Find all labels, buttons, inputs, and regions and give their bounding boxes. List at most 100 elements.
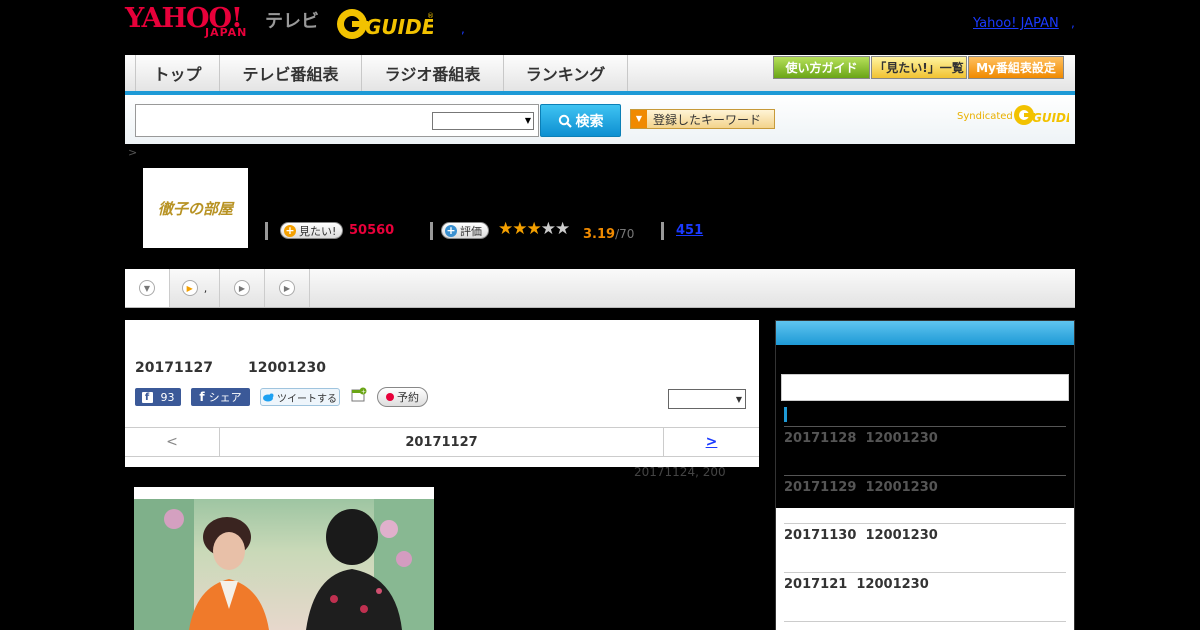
rating-max: /70 <box>615 227 635 241</box>
episode-photo-image <box>134 499 434 630</box>
subtab-fourth[interactable]: ▶ <box>265 269 310 307</box>
divider <box>430 222 433 240</box>
header-separator: , <box>461 22 465 36</box>
my-schedule-settings-button[interactable]: My番組表設定 <box>968 56 1064 79</box>
sidebar-item-time: 12001230 <box>865 528 938 543</box>
sidebar-item-date: 20171129 <box>784 480 857 495</box>
divider <box>784 572 1066 573</box>
divider <box>265 222 268 240</box>
divider <box>661 222 664 240</box>
program-thumbnail[interactable]: 徹子の部屋 <box>143 168 248 248</box>
comment-count-link[interactable]: 451 <box>676 223 703 238</box>
mitai-button[interactable]: + 見たい! <box>280 222 344 239</box>
svg-text:GUIDE: GUIDE <box>365 15 433 39</box>
subtab-third[interactable]: ▶ <box>220 269 265 307</box>
sidebar-item-time: 12001230 <box>865 431 938 446</box>
search-button[interactable]: 検索 <box>540 104 621 137</box>
calendar-add-icon[interactable]: + <box>351 387 367 403</box>
pager-prev[interactable]: < <box>125 428 220 456</box>
syndicated-label: Syndicated <box>957 111 1013 122</box>
facebook-icon: f <box>199 390 205 404</box>
search-icon <box>558 114 572 128</box>
facebook-share-label: シェア <box>208 391 242 404</box>
facebook-icon: f <box>141 391 153 403</box>
tweet-label: ツイートする <box>277 393 337 405</box>
episode-pager: < 20171127 > <box>125 427 759 457</box>
episode-panel: 20171127 12001230 f 93 f シェア ツイートする + 予約… <box>125 320 759 467</box>
sidebar-item[interactable]: 2017121 12001230 <box>784 577 929 592</box>
yahoo-japan-logo-text: JAPAN <box>205 26 248 39</box>
episode-select[interactable]: ▼ <box>668 389 746 409</box>
play-circle-icon: ▶ <box>279 280 295 296</box>
tweet-button[interactable]: ツイートする <box>260 388 340 406</box>
svg-text:GUIDE: GUIDE <box>1032 111 1069 125</box>
record-dot-icon <box>386 393 394 401</box>
mitai-count: 50560 <box>349 223 395 238</box>
reserve-button[interactable]: 予約 <box>377 387 428 407</box>
star-filled-icon: ★ <box>512 219 527 239</box>
sidebar-upcoming: 20171128 12001230 20171129 12001230 2017… <box>775 320 1075 630</box>
pager-date: 20171127 <box>405 434 478 450</box>
program-thumbnail-title: 徹子の部屋 <box>157 199 233 218</box>
nav-tab-ranking[interactable]: ランキング <box>504 55 628 91</box>
registered-keywords-label: 登録したキーワード <box>653 112 762 127</box>
registered-keywords-button[interactable]: ▼ 登録したキーワード <box>630 109 775 129</box>
rate-label: 評価 <box>460 224 482 238</box>
sidebar-accent-bar <box>784 407 787 422</box>
chevron-down-circle-icon: ▼ <box>139 280 155 296</box>
subtab-first[interactable]: ▼ <box>125 269 170 307</box>
facebook-count-value: 93 <box>160 390 175 404</box>
star-filled-icon: ★ <box>498 219 513 239</box>
nav-tab-top[interactable]: トップ <box>135 55 220 91</box>
sidebar-header <box>776 321 1074 345</box>
divider <box>784 426 1066 427</box>
global-nav: トップ テレビ番組表 ラジオ番組表 ランキング 使い方ガイド 「見たい!」一覧 … <box>125 55 1075 95</box>
sidebar-item[interactable]: 20171128 12001230 <box>784 431 938 446</box>
syndicated-gguide-logo: GUIDE <box>1014 105 1069 125</box>
nav-tab-radio-schedule[interactable]: ラジオ番組表 <box>362 55 504 91</box>
guide-button[interactable]: 使い方ガイド <box>773 56 870 79</box>
play-circle-icon: ▶ <box>234 280 250 296</box>
pager-next[interactable]: > <box>663 428 759 456</box>
star-empty-icon: ★ <box>540 219 556 239</box>
sidebar-item-date: 20171128 <box>784 431 857 446</box>
svg-text:+: + <box>361 389 366 396</box>
program-subtabs: ▼ ▶ , ▶ ▶ <box>125 269 1075 308</box>
rating-score: 3.19 <box>583 227 616 242</box>
sidebar-list-lower: 20171130 12001230 2017121 12001230 <box>776 508 1074 630</box>
search-bar: ▼ 検索 ▼ 登録したキーワード Syndicated GUIDE <box>125 95 1075 144</box>
breadcrumb[interactable]: > <box>128 146 137 159</box>
svg-text:®: ® <box>427 12 433 20</box>
rate-button[interactable]: + 評価 <box>441 222 489 239</box>
plus-icon: + <box>284 223 296 237</box>
chevron-down-icon: ▼ <box>735 395 742 404</box>
search-category-select[interactable]: ▼ <box>432 112 534 130</box>
chevron-down-icon: ▼ <box>524 116 531 125</box>
rating-stars: ★★★★★ <box>498 219 570 239</box>
triangle-down-icon: ▼ <box>631 110 647 128</box>
nav-tab-tv-schedule[interactable]: テレビ番組表 <box>220 55 362 91</box>
reserve-label: 予約 <box>397 391 419 404</box>
play-circle-icon: ▶ <box>181 280 198 296</box>
subtab-second-label: , <box>203 281 208 295</box>
plus-icon: + <box>445 223 457 237</box>
twitter-bird-icon <box>263 393 274 401</box>
divider <box>784 475 1066 476</box>
star-filled-icon: ★ <box>526 219 542 239</box>
subtab-second[interactable]: ▶ , <box>170 269 220 307</box>
facebook-like-count[interactable]: f 93 <box>135 388 181 406</box>
sidebar-item-time: 12001230 <box>865 480 938 495</box>
facebook-share-button[interactable]: f シェア <box>191 388 250 406</box>
star-empty-icon: ★ <box>555 219 570 239</box>
yahoo-japan-link[interactable]: Yahoo! JAPAN <box>973 16 1059 31</box>
divider <box>784 523 1066 524</box>
tv-label[interactable]: テレビ <box>265 7 319 33</box>
mitai-list-button[interactable]: 「見たい!」一覧 <box>871 56 967 79</box>
episode-date: 20171127 <box>135 360 213 376</box>
sidebar-input[interactable] <box>781 374 1069 401</box>
gguide-logo[interactable]: GUIDE ® <box>335 6 433 42</box>
sidebar-item[interactable]: 20171129 12001230 <box>784 480 938 495</box>
sidebar-item[interactable]: 20171130 12001230 <box>784 528 938 543</box>
sidebar-item-date: 20171130 <box>784 528 857 543</box>
search-button-label: 検索 <box>575 113 604 130</box>
